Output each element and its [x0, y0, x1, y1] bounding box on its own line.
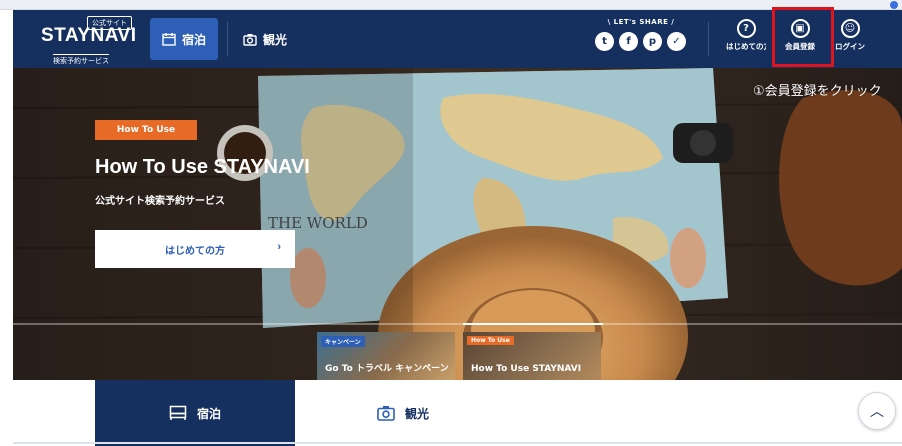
nav-tab-stay-label: 宿泊 [181, 32, 206, 47]
nav-tab-sightseeing[interactable]: 観光 [233, 18, 297, 60]
question-icon: ? [736, 19, 756, 38]
camera-icon [243, 33, 257, 46]
hero-subtitle: 公式サイト検索予約サービス [95, 196, 225, 207]
hero-button-label: はじめての方 [165, 245, 225, 257]
hero-title: How To Use STAYNAVI [95, 156, 310, 178]
hero-badge: How To Use [95, 120, 197, 140]
bottom-tab-stay-label: 宿泊 [196, 406, 221, 421]
logo-subtitle: 検索予約サービス [53, 54, 109, 66]
calendar-icon [162, 33, 176, 46]
camera-icon [377, 406, 395, 421]
chevron-right-icon: › [277, 241, 281, 253]
annotation-text: ①会員登録をクリック [753, 84, 882, 99]
site-header: 公式サイト STAYNAVI 検索予約サービス 宿泊 観光 \ LET's SH… [13, 10, 902, 68]
nav-divider [227, 22, 228, 56]
bottom-divider [13, 442, 902, 444]
bottom-tab-stay[interactable]: 宿泊 [95, 380, 295, 446]
pinterest-icon[interactable]: p [643, 32, 662, 51]
scroll-to-top-button[interactable]: ︿ [858, 392, 896, 430]
header-divider [708, 22, 709, 56]
annotation-highlight-box [772, 7, 834, 67]
first-time-button[interactable]: ? はじめての方 [726, 16, 766, 62]
profile-icon[interactable] [890, 1, 898, 9]
bed-icon [169, 405, 187, 420]
slider-track [13, 323, 902, 325]
slide-thumb-tag: How To Use [467, 336, 514, 345]
hero-background-image: THE WORLD [13, 68, 902, 380]
pocket-icon[interactable]: ✓ [667, 32, 686, 51]
bottom-tab-bar: 宿泊 観光 ︿ [13, 380, 902, 446]
bottom-tab-sightseeing-label: 観光 [404, 406, 429, 421]
nav-tab-sightseeing-label: 観光 [263, 32, 288, 47]
facebook-icon[interactable]: f [619, 32, 638, 51]
share-label: \ LET's SHARE / [607, 18, 675, 26]
slide-thumb-howto[interactable]: How To Use How To Use STAYNAVI [463, 332, 601, 380]
hero-banner: THE WORLD How To Use How To Use STAYNAVI… [13, 68, 902, 380]
slide-thumb-tag: キャンペーン [321, 336, 365, 347]
slide-thumb-caption: How To Use STAYNAVI [471, 364, 582, 374]
slide-thumb-goto[interactable]: キャンペーン Go To トラベル キャンペーン [317, 332, 455, 380]
nav-tab-stay[interactable]: 宿泊 [150, 18, 218, 60]
logo-brand-text: STAYNAVI [41, 25, 137, 46]
browser-toolbar [0, 0, 902, 10]
bottom-tab-sightseeing[interactable]: 観光 [343, 380, 463, 446]
user-icon: ☺ [840, 19, 860, 38]
twitter-icon[interactable]: t [595, 32, 614, 51]
share-block: \ LET's SHARE / t f p ✓ [591, 18, 691, 62]
hero-first-time-button[interactable]: はじめての方 › [95, 230, 295, 268]
slider-progress [463, 323, 603, 325]
staynavi-logo[interactable]: 公式サイト STAYNAVI 検索予約サービス [41, 16, 136, 66]
slide-thumb-caption: Go To トラベル キャンペーン [325, 364, 449, 374]
chevron-up-icon: ︿ [870, 404, 884, 420]
first-time-label: はじめての方 [726, 42, 766, 51]
